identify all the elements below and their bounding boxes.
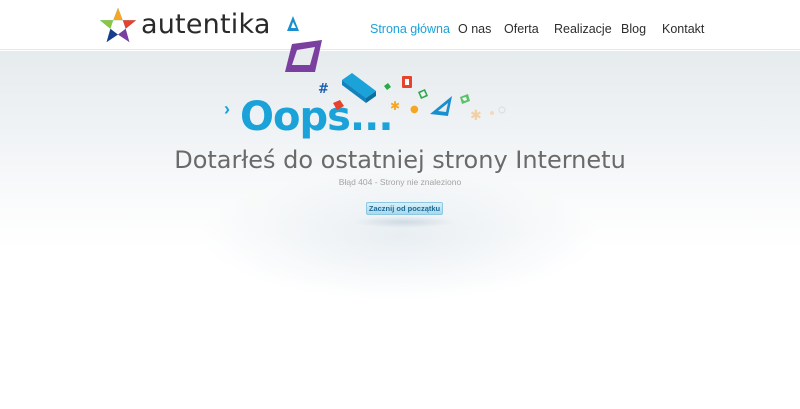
nav-item-about[interactable]: O nas <box>458 22 491 36</box>
error-heading: Oops... <box>240 94 394 140</box>
hero-glow <box>200 171 600 301</box>
button-shadow <box>352 216 456 228</box>
nav-item-contact[interactable]: Kontakt <box>662 22 704 36</box>
site-header: autentika Strona główna O nas Oferta Rea… <box>0 0 800 50</box>
nav-item-offer[interactable]: Oferta <box>504 22 539 36</box>
nav-item-portfolio[interactable]: Realizacje <box>554 22 612 36</box>
main-nav: Strona główna O nas Oferta Realizacje Bl… <box>0 22 800 40</box>
error-detail: Błąd 404 - Strony nie znaleziono <box>338 177 462 187</box>
nav-item-home[interactable]: Strona główna <box>370 22 450 36</box>
error-subtitle: Dotarłeś do ostatniej strony Internetu <box>174 146 626 174</box>
start-over-button[interactable]: Zacznij od początku <box>366 202 443 215</box>
chevron-right-icon: › <box>224 99 230 119</box>
nav-item-blog[interactable]: Blog <box>621 22 646 36</box>
